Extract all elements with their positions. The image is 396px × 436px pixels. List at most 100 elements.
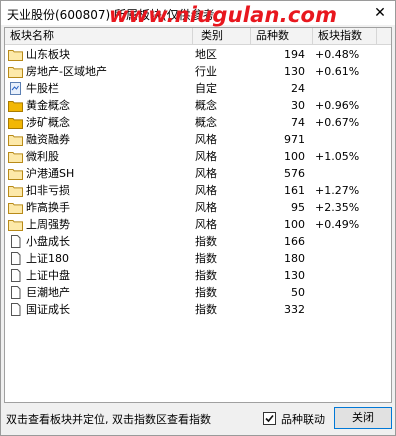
table-row[interactable]: 微利股 风格 100 +1.05% <box>5 148 391 165</box>
sector-index: +0.49% <box>315 218 360 231</box>
table-row[interactable]: 昨高换手 风格 95 +2.35% <box>5 199 391 216</box>
sector-count: 332 <box>284 303 305 316</box>
sector-name: 国证成长 <box>26 303 70 316</box>
custom-stock-icon <box>8 82 23 95</box>
sector-type: 风格 <box>195 133 217 146</box>
document-icon <box>8 303 23 316</box>
column-header-count[interactable]: 品种数 <box>251 28 313 45</box>
document-icon <box>8 235 23 248</box>
folder-icon <box>8 48 23 61</box>
status-bar: 双击查看板块并定位, 双击指数区查看指数 品种联动 关闭 <box>4 407 392 429</box>
sector-type: 概念 <box>195 116 217 129</box>
sector-count: 194 <box>284 48 305 61</box>
table-row[interactable]: 融资融券 风格 971 <box>5 131 391 148</box>
sector-name: 山东板块 <box>26 48 70 61</box>
table-row[interactable]: 黄金概念 概念 30 +0.96% <box>5 97 391 114</box>
sector-type: 指数 <box>195 252 217 265</box>
dialog-window: 天业股份(600807) 所属板块(仅供参考 www.niugulan.com … <box>0 0 396 436</box>
sector-count: 180 <box>284 252 305 265</box>
sector-name: 牛股栏 <box>26 82 59 95</box>
sector-index: +1.27% <box>315 184 360 197</box>
sector-list[interactable]: 板块名称 类别 品种数 板块指数 山东板块 地区 194 +0.48% 房地产-区域地产… <box>4 27 392 403</box>
sector-type: 行业 <box>195 65 217 78</box>
table-row[interactable]: 上周强势 风格 100 +0.49% <box>5 216 391 233</box>
sector-index: +2.35% <box>315 201 360 214</box>
sector-name: 融资融券 <box>26 133 70 146</box>
close-button[interactable]: 关闭 <box>334 407 392 429</box>
sector-name: 扣非亏损 <box>26 184 70 197</box>
table-row[interactable]: 涉矿概念 概念 74 +0.67% <box>5 114 391 131</box>
sector-name: 微利股 <box>26 150 59 163</box>
document-icon <box>8 269 23 282</box>
sector-type: 概念 <box>195 99 217 112</box>
table-row[interactable]: 房地产-区域地产 行业 130 +0.61% <box>5 63 391 80</box>
folder-filled-icon <box>8 99 23 112</box>
table-row[interactable]: 沪港通SH 风格 576 <box>5 165 391 182</box>
folder-icon <box>8 184 23 197</box>
list-header: 板块名称 类别 品种数 板块指数 <box>5 28 391 45</box>
sector-name: 上证中盘 <box>26 269 70 282</box>
sector-index: +0.61% <box>315 65 360 78</box>
sector-name: 小盘成长 <box>26 235 70 248</box>
sector-name: 巨潮地产 <box>26 286 70 299</box>
folder-icon <box>8 150 23 163</box>
column-header-name[interactable]: 板块名称 <box>5 28 193 45</box>
sector-type: 风格 <box>195 218 217 231</box>
sector-type: 风格 <box>195 150 217 163</box>
table-row[interactable]: 小盘成长 指数 166 <box>5 233 391 250</box>
sector-name: 房地产-区域地产 <box>26 65 107 78</box>
list-body: 山东板块 地区 194 +0.48% 房地产-区域地产 行业 130 +0.61% 牛股栏 自定 2… <box>5 46 391 318</box>
sector-type: 风格 <box>195 167 217 180</box>
sector-index: +0.67% <box>315 116 360 129</box>
column-header-index[interactable]: 板块指数 <box>313 28 377 45</box>
column-header-type[interactable]: 类别 <box>193 28 251 45</box>
sector-type: 指数 <box>195 303 217 316</box>
table-row[interactable]: 巨潮地产 指数 50 <box>5 284 391 301</box>
sector-name: 上证180 <box>26 252 69 265</box>
document-icon <box>8 252 23 265</box>
linkage-checkbox[interactable] <box>263 412 276 425</box>
table-row[interactable]: 上证中盘 指数 130 <box>5 267 391 284</box>
sector-count: 50 <box>291 286 305 299</box>
sector-name: 涉矿概念 <box>26 116 70 129</box>
sector-type: 地区 <box>195 48 217 61</box>
close-icon[interactable]: ✕ <box>371 5 389 21</box>
sector-type: 自定 <box>195 82 217 95</box>
table-row[interactable]: 国证成长 指数 332 <box>5 301 391 318</box>
sector-type: 指数 <box>195 235 217 248</box>
sector-count: 95 <box>291 201 305 214</box>
table-row[interactable]: 扣非亏损 风格 161 +1.27% <box>5 182 391 199</box>
sector-count: 161 <box>284 184 305 197</box>
sector-type: 指数 <box>195 286 217 299</box>
table-row[interactable]: 牛股栏 自定 24 <box>5 80 391 97</box>
sector-count: 130 <box>284 65 305 78</box>
sector-name: 上周强势 <box>26 218 70 231</box>
sector-type: 风格 <box>195 201 217 214</box>
title-bar[interactable]: 天业股份(600807) 所属板块(仅供参考 www.niugulan.com … <box>1 1 395 27</box>
folder-icon <box>8 201 23 214</box>
folder-filled-icon <box>8 116 23 129</box>
sector-count: 30 <box>291 99 305 112</box>
table-row[interactable]: 上证180 指数 180 <box>5 250 391 267</box>
sector-count: 166 <box>284 235 305 248</box>
checkmark-icon <box>265 414 274 423</box>
sector-count: 971 <box>284 133 305 146</box>
sector-count: 130 <box>284 269 305 282</box>
table-row[interactable]: 山东板块 地区 194 +0.48% <box>5 46 391 63</box>
sector-type: 指数 <box>195 269 217 282</box>
sector-type: 风格 <box>195 184 217 197</box>
sector-count: 74 <box>291 116 305 129</box>
document-icon <box>8 286 23 299</box>
sector-name: 昨高换手 <box>26 201 70 214</box>
sector-count: 100 <box>284 218 305 231</box>
folder-icon <box>8 218 23 231</box>
folder-icon <box>8 65 23 78</box>
status-hint: 双击查看板块并定位, 双击指数区查看指数 <box>6 413 211 426</box>
watermark-text: www.niugulan.com <box>109 3 338 27</box>
folder-icon <box>8 133 23 146</box>
sector-count: 576 <box>284 167 305 180</box>
linkage-label[interactable]: 品种联动 <box>281 411 325 427</box>
sector-name: 沪港通SH <box>26 167 75 180</box>
folder-icon <box>8 167 23 180</box>
sector-index: +0.48% <box>315 48 360 61</box>
